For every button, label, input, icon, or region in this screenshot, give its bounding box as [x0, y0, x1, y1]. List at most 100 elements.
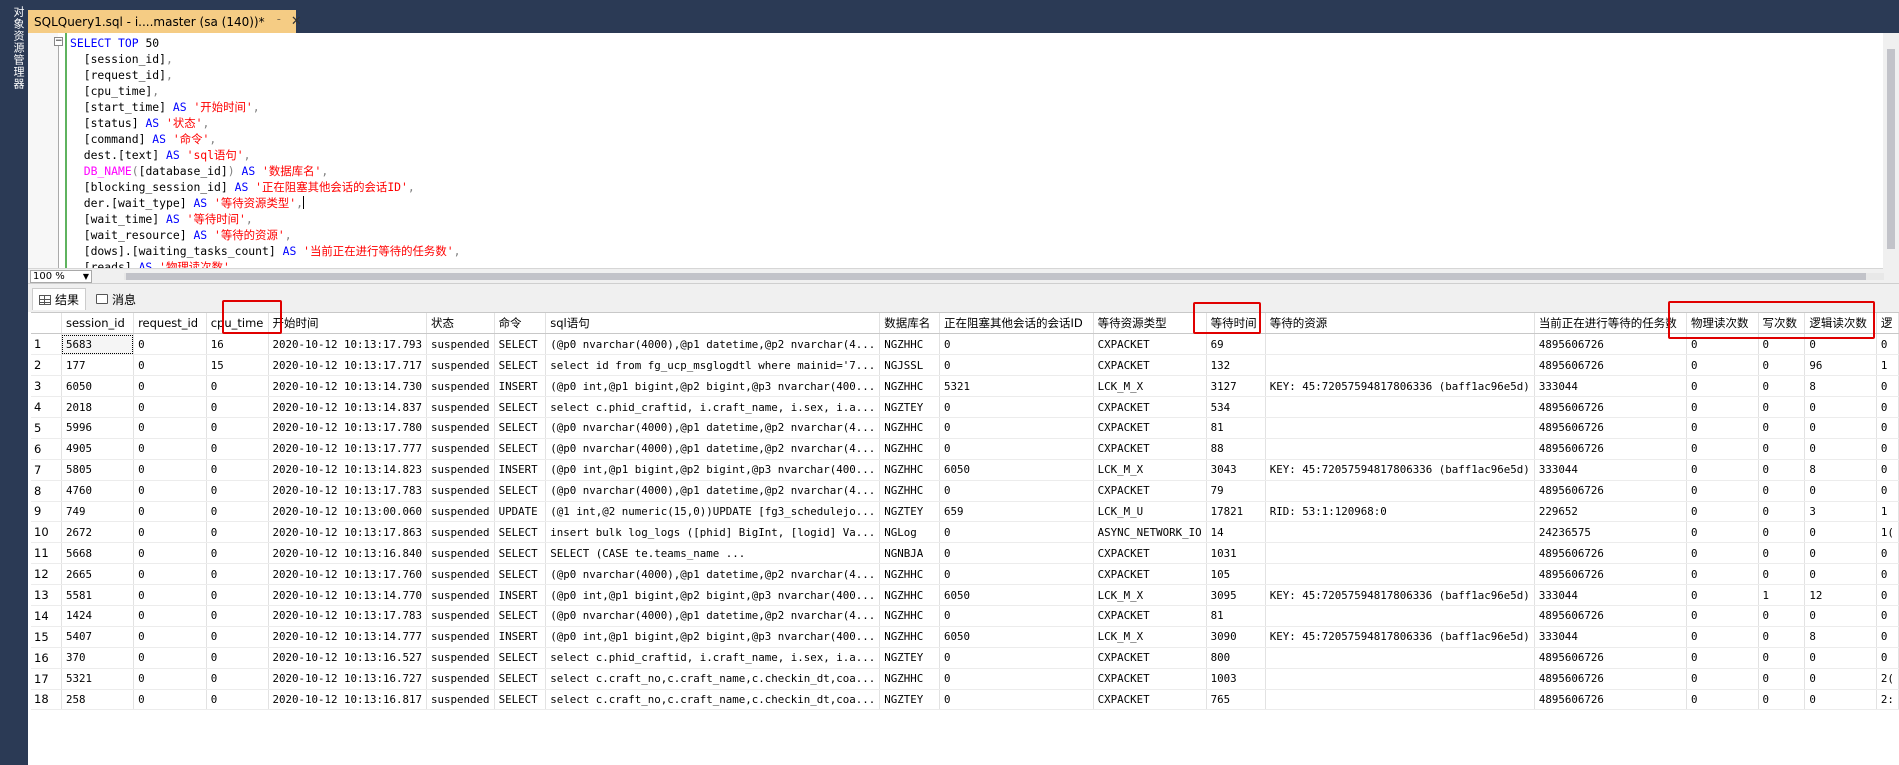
- table-cell[interactable]: 1(: [1876, 521, 1899, 544]
- table-cell[interactable]: 0: [133, 668, 207, 690]
- table-cell[interactable]: 0: [133, 626, 207, 648]
- table-cell[interactable]: 0: [1876, 647, 1899, 669]
- table-cell[interactable]: 0: [939, 438, 1094, 460]
- table-cell[interactable]: 765: [1206, 689, 1266, 711]
- table-cell[interactable]: NGZHHC: [879, 480, 940, 502]
- row-number[interactable]: 4: [31, 396, 62, 418]
- table-cell[interactable]: 0: [206, 584, 269, 606]
- table-cell[interactable]: 2020-10-12 10:13:14.837: [268, 396, 428, 418]
- table-cell[interactable]: NGNBJA: [879, 542, 940, 565]
- table-cell[interactable]: 0: [1686, 647, 1759, 669]
- code-line[interactable]: [status] AS '状态',: [70, 115, 460, 131]
- table-cell[interactable]: 81: [1206, 605, 1266, 627]
- table-cell[interactable]: 0: [1686, 438, 1759, 460]
- table-cell[interactable]: 370: [61, 647, 135, 669]
- table-cell[interactable]: [1265, 438, 1535, 460]
- table-cell[interactable]: NGZHHC: [879, 459, 940, 481]
- table-cell[interactable]: 4895606726: [1534, 689, 1688, 711]
- editor-vertical-scrollbar[interactable]: [1883, 33, 1899, 269]
- column-header[interactable]: 命令: [494, 313, 547, 335]
- table-cell[interactable]: CXPACKET: [1093, 417, 1207, 439]
- code-line[interactable]: [request_id],: [70, 67, 460, 83]
- table-cell[interactable]: 0: [1758, 438, 1806, 460]
- table-cell[interactable]: 4895606726: [1534, 333, 1688, 356]
- table-cell[interactable]: 0: [1686, 375, 1759, 398]
- table-cell[interactable]: INSERT: [494, 459, 547, 481]
- table-cell[interactable]: 1: [1758, 584, 1806, 606]
- table-cell[interactable]: suspended: [426, 459, 495, 481]
- table-cell[interactable]: 0: [939, 668, 1094, 690]
- table-cell[interactable]: NGZTEY: [879, 689, 940, 711]
- code-line[interactable]: [blocking_session_id] AS '正在阻塞其他会话的会话ID'…: [70, 179, 460, 195]
- table-cell[interactable]: 2665: [61, 563, 135, 586]
- code-line[interactable]: [reads] AS '物理读次数',: [70, 259, 460, 268]
- table-cell[interactable]: 229652: [1534, 501, 1688, 523]
- table-cell[interactable]: 81: [1206, 417, 1266, 439]
- table-cell[interactable]: 3095: [1206, 584, 1266, 606]
- row-number[interactable]: 10: [31, 521, 62, 544]
- table-cell[interactable]: 0: [1758, 501, 1806, 523]
- query-document-tab[interactable]: SQLQuery1.sql - i....master (sa (140))* …: [28, 10, 302, 33]
- code-line[interactable]: [cpu_time],: [70, 83, 460, 99]
- table-cell[interactable]: select c.phid_craftid, i.craft_name, i.s…: [545, 647, 881, 669]
- table-cell[interactable]: suspended: [426, 333, 495, 356]
- table-cell[interactable]: 1424: [61, 605, 135, 627]
- table-cell[interactable]: 0: [133, 354, 207, 377]
- table-cell[interactable]: 0: [206, 521, 269, 544]
- table-cell[interactable]: 0: [1876, 584, 1899, 606]
- table-cell[interactable]: 0: [1686, 668, 1759, 690]
- table-row[interactable]: 4 2018 0 0 2020-10-12 10:13:14.837 suspended S…: [31, 396, 1899, 418]
- table-cell[interactable]: 0: [1876, 480, 1899, 502]
- table-cell[interactable]: 0: [939, 605, 1094, 627]
- table-row[interactable]: 5 5996 0 0 2020-10-12 10:13:17.780 suspended S…: [31, 417, 1899, 439]
- table-cell[interactable]: 0: [1804, 689, 1877, 711]
- table-cell[interactable]: 15: [206, 354, 269, 377]
- table-cell[interactable]: NGZHHC: [879, 375, 940, 398]
- table-cell[interactable]: 0: [1686, 584, 1759, 606]
- table-cell[interactable]: 1003: [1206, 668, 1266, 690]
- table-cell[interactable]: SELECT (CASE te.teams_name ...: [545, 542, 881, 565]
- table-cell[interactable]: 0: [206, 542, 269, 565]
- table-cell[interactable]: 0: [206, 375, 269, 398]
- table-cell[interactable]: 2020-10-12 10:13:14.777: [268, 626, 428, 648]
- table-cell[interactable]: UPDATE: [494, 501, 547, 523]
- table-cell[interactable]: 333044: [1534, 626, 1688, 648]
- table-cell[interactable]: CXPACKET: [1093, 563, 1207, 586]
- row-number[interactable]: 6: [31, 438, 62, 460]
- column-header[interactable]: 逻辑读次数: [1804, 313, 1877, 335]
- row-header-corner[interactable]: [31, 313, 62, 335]
- table-cell[interactable]: NGJSSL: [879, 354, 940, 377]
- table-cell[interactable]: 2020-10-12 10:13:14.730: [268, 375, 428, 398]
- table-cell[interactable]: 2020-10-12 10:13:17.777: [268, 438, 428, 460]
- row-number[interactable]: 7: [31, 459, 62, 481]
- table-row[interactable]: 16 370 0 0 2020-10-12 10:13:16.527 suspended S…: [31, 647, 1899, 669]
- table-cell[interactable]: 0: [1686, 563, 1759, 586]
- table-row[interactable]: 8 4760 0 0 2020-10-12 10:13:17.783 suspended S…: [31, 480, 1899, 502]
- editor-horizontal-scrollbar[interactable]: [124, 273, 1884, 280]
- table-cell[interactable]: 0: [1686, 542, 1759, 565]
- table-cell[interactable]: 0: [1686, 521, 1759, 544]
- table-cell[interactable]: RID: 53:1:120968:0: [1265, 501, 1535, 523]
- tab-results[interactable]: 结果: [32, 288, 87, 310]
- table-cell[interactable]: 0: [1686, 480, 1759, 502]
- code-line[interactable]: [command] AS '命令',: [70, 131, 460, 147]
- table-cell[interactable]: [1265, 480, 1535, 502]
- column-header[interactable]: sql语句: [545, 313, 881, 335]
- table-row[interactable]: 7 5805 0 0 2020-10-12 10:13:14.823 suspended I…: [31, 459, 1899, 481]
- table-cell[interactable]: 6050: [939, 459, 1094, 481]
- table-cell[interactable]: 0: [133, 396, 207, 418]
- table-cell[interactable]: SELECT: [494, 396, 547, 418]
- table-cell[interactable]: 0: [1876, 563, 1899, 586]
- table-cell[interactable]: 88: [1206, 438, 1266, 460]
- table-cell[interactable]: 5668: [61, 542, 135, 565]
- column-header[interactable]: request_id: [133, 313, 207, 335]
- table-cell[interactable]: [1265, 521, 1535, 544]
- table-cell[interactable]: (@p0 int,@p1 bigint,@p2 bigint,@p3 nvarc…: [545, 459, 881, 481]
- table-cell[interactable]: 2020-10-12 10:13:00.060: [268, 501, 428, 523]
- collapse-toggle-icon[interactable]: −: [54, 37, 63, 46]
- table-cell[interactable]: 2:: [1876, 689, 1899, 711]
- table-cell[interactable]: suspended: [426, 354, 495, 377]
- table-cell[interactable]: 177: [61, 354, 135, 377]
- table-cell[interactable]: insert bulk log_logs ([phid] BigInt, [lo…: [545, 521, 881, 544]
- table-cell[interactable]: SELECT: [494, 438, 547, 460]
